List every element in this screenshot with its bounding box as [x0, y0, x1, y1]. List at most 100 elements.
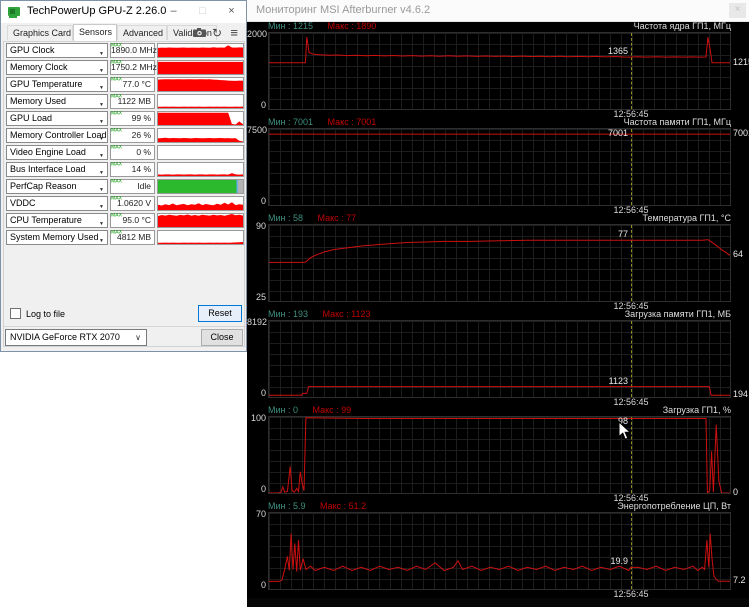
- sensor-mini-graph: [157, 77, 244, 92]
- monitor-panel: Мин : 7001 Макс : 7001 Частота памяти ГП…: [247, 118, 749, 215]
- menu-icon[interactable]: ≡: [230, 26, 238, 40]
- max-stat-label: Макс : 99: [312, 405, 352, 415]
- graph-plot: [268, 224, 731, 302]
- sensor-select-dropdown[interactable]: Memory Controller Load ▼: [6, 128, 108, 143]
- min-stat-label: Мин : 58: [268, 213, 304, 223]
- sensor-select-dropdown[interactable]: PerfCap Reason ▼: [6, 179, 108, 194]
- sensor-label: Video Engine Load: [10, 147, 86, 157]
- dropdown-arrow-icon: ▼: [99, 221, 104, 227]
- dropdown-arrow-icon: ▼: [99, 238, 104, 244]
- log-to-file-label: Log to file: [26, 309, 66, 319]
- sensor-label: System Memory Used: [10, 232, 99, 242]
- graph-plot: [268, 128, 731, 206]
- sensor-row: Memory Used ▼ MAX 1122 MB: [4, 93, 244, 110]
- sensor-label: Bus Interface Load: [10, 164, 86, 174]
- max-tag: MAX: [111, 94, 123, 100]
- sensor-label: Memory Clock: [10, 62, 68, 72]
- sensor-select-dropdown[interactable]: System Memory Used ▼: [6, 230, 108, 245]
- dropdown-arrow-icon: ▼: [99, 102, 104, 108]
- mouse-cursor: [618, 421, 632, 440]
- tab-sensors[interactable]: Sensors: [73, 24, 117, 41]
- marker-value-label: 19.9: [610, 556, 628, 566]
- current-value-label: 1215: [733, 57, 749, 67]
- sensor-row: Video Engine Load ▼ MAX 0 %: [4, 144, 244, 161]
- reset-button[interactable]: Reset: [198, 305, 242, 322]
- sensor-mini-graph: [157, 196, 244, 211]
- maximize-button: □: [199, 5, 206, 17]
- sensor-label: Memory Used: [10, 96, 67, 106]
- gpuz-close-button[interactable]: Close: [201, 329, 243, 346]
- gpuz-app-icon: [8, 7, 20, 18]
- panel-title: Загрузка памяти ГП1, МБ: [624, 309, 731, 319]
- sensor-label: VDDC: [10, 198, 36, 208]
- y-axis-max-label: 70: [255, 509, 266, 519]
- marker-value-label: 7001: [607, 128, 628, 138]
- gpu-select-value: NVIDIA GeForce RTX 2070: [10, 332, 120, 342]
- sensor-mini-graph: [157, 145, 244, 160]
- y-axis-min-label: 0: [260, 100, 266, 110]
- sensor-row: GPU Clock ▼ MAX 1890.0 MHz: [4, 42, 244, 59]
- sensor-row: PerfCap Reason ▼ MAX Idle: [4, 178, 244, 195]
- max-tag: MAX: [111, 196, 123, 202]
- y-axis-max-label: 90: [255, 221, 266, 231]
- sensor-select-dropdown[interactable]: Bus Interface Load ▼: [6, 162, 108, 177]
- minimize-button[interactable]: –: [159, 1, 188, 22]
- tab-advanced[interactable]: Advanced: [117, 25, 167, 40]
- sensor-select-dropdown[interactable]: GPU Temperature ▼: [6, 77, 108, 92]
- gpuz-window: TechPowerUp GPU-Z 2.26.0 – □ × Graphics …: [0, 0, 247, 352]
- graph-plot: [268, 416, 731, 494]
- sensor-select-dropdown[interactable]: Memory Clock ▼: [6, 60, 108, 75]
- panel-title: Температура ГП1, °C: [642, 213, 731, 223]
- monitor-panel: Мин : 58 Макс : 77 Температура ГП1, °C 9…: [247, 213, 749, 311]
- max-stat-label: Макс : 1890: [327, 21, 377, 31]
- gpuz-titlebar: TechPowerUp GPU-Z 2.26.0 – □ ×: [1, 1, 246, 23]
- panel-stats-header: Мин : 58 Макс : 77: [268, 214, 356, 223]
- afterburner-window: Мониторинг MSI Afterburner v4.6.2 × Мин …: [247, 0, 749, 607]
- screenshot-camera-icon[interactable]: [193, 28, 206, 37]
- sensor-mini-graph: [157, 213, 244, 228]
- refresh-icon[interactable]: ↻: [212, 26, 222, 40]
- afterburner-titlebar: Мониторинг MSI Afterburner v4.6.2 ×: [247, 0, 749, 22]
- afterburner-close-button[interactable]: ×: [729, 3, 746, 18]
- sensor-label: GPU Clock: [10, 45, 55, 55]
- max-tag: MAX: [111, 162, 123, 168]
- sensor-mini-graph: [157, 162, 244, 177]
- graph-plot: [268, 320, 731, 398]
- y-axis-min-label: 0: [260, 580, 266, 590]
- sensor-mini-graph: [157, 179, 244, 194]
- monitor-panel: Мин : 0 Макс : 99 Загрузка ГП1, % 100 0 …: [247, 405, 749, 503]
- max-tag: MAX: [111, 43, 123, 49]
- sensor-row: Bus Interface Load ▼ MAX 14 %: [4, 161, 244, 178]
- gpu-select-dropdown[interactable]: NVIDIA GeForce RTX 2070 ∨: [5, 329, 147, 346]
- max-tag: MAX: [111, 128, 123, 134]
- log-to-file-checkbox[interactable]: [10, 308, 21, 319]
- sensor-label: GPU Load: [10, 113, 53, 123]
- current-value-label: 194: [733, 389, 749, 399]
- sensor-select-dropdown[interactable]: CPU Temperature ▼: [6, 213, 108, 228]
- sensor-select-dropdown[interactable]: VDDC ▼: [6, 196, 108, 211]
- marker-value-label: 77: [617, 229, 628, 239]
- y-axis-max-label: 100: [250, 413, 266, 423]
- max-stat-label: Макс : 77: [317, 213, 357, 223]
- tab-validation[interactable]: Validation: [167, 25, 217, 40]
- sensor-row: CPU Temperature ▼ MAX 95.0 °C: [4, 212, 244, 229]
- current-value-label: 64: [733, 249, 744, 259]
- sensor-mini-graph: [157, 128, 244, 143]
- gpuz-footer: NVIDIA GeForce RTX 2070 ∨ Close: [4, 326, 246, 348]
- panel-stats-header: Мин : 5.9 Макс : 51.2: [268, 502, 366, 511]
- sensor-select-dropdown[interactable]: Video Engine Load ▼: [6, 145, 108, 160]
- sensor-select-dropdown[interactable]: GPU Load ▼: [6, 111, 108, 126]
- sensor-select-dropdown[interactable]: GPU Clock ▼: [6, 43, 108, 58]
- sensor-row: System Memory Used ▼ MAX 4812 MB: [4, 229, 244, 246]
- tab-graphics-card[interactable]: Graphics Card: [7, 25, 73, 40]
- sensor-select-dropdown[interactable]: Memory Used ▼: [6, 94, 108, 109]
- panel-title: Энергопотребление ЦП, Вт: [617, 501, 731, 511]
- max-tag: MAX: [111, 179, 123, 185]
- dropdown-arrow-icon: ▼: [99, 85, 104, 91]
- close-button[interactable]: ×: [217, 1, 246, 22]
- desktop: TechPowerUp GPU-Z 2.26.0 – □ × Graphics …: [0, 0, 749, 607]
- marker-value-label: 1365: [607, 46, 628, 56]
- max-tag: MAX: [111, 213, 123, 219]
- y-axis-max-label: 8192: [247, 317, 268, 327]
- graph-plot: [268, 32, 731, 110]
